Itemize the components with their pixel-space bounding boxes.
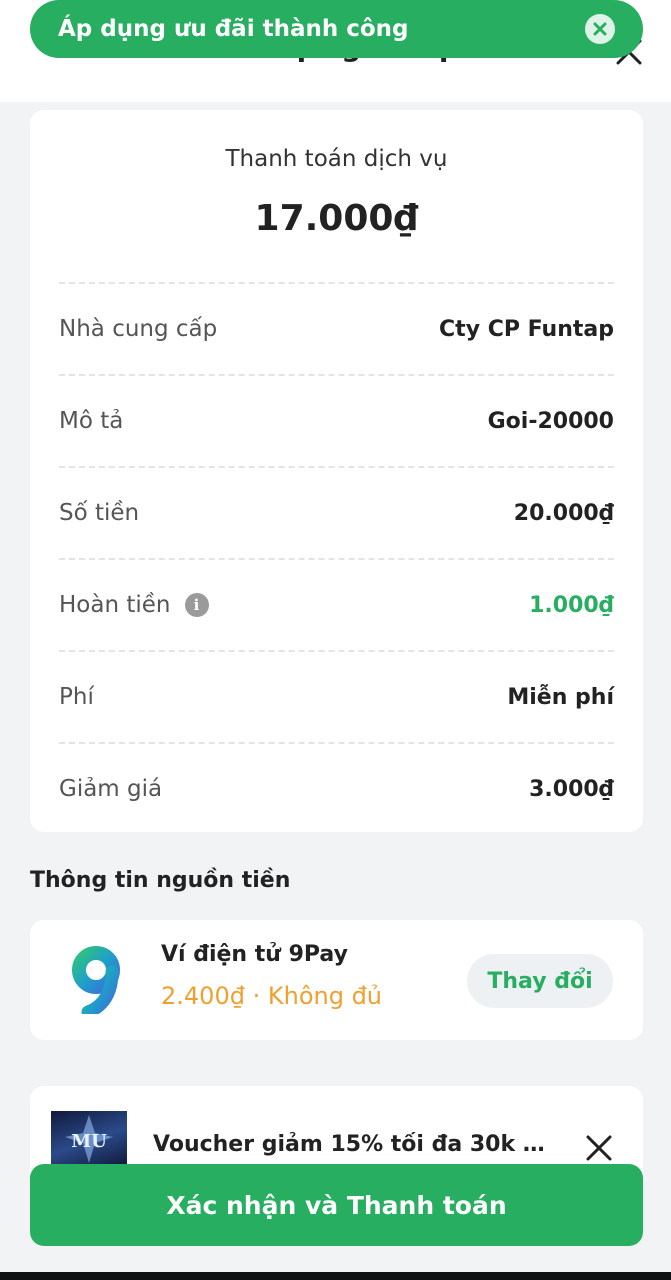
funding-source-title: Thông tin nguồn tiền [30, 868, 291, 893]
wallet-name: Ví điện tử 9Pay [161, 942, 348, 967]
close-circle-icon[interactable] [585, 14, 615, 44]
voucher-thumbnail: MU [51, 1111, 127, 1171]
row-label: Nhà cung cấp [59, 316, 218, 342]
wallet-balance: 2.400₫ · Không đủ [161, 982, 383, 1010]
row-amount: Số tiền 20.000₫ [59, 466, 614, 558]
funding-source-card: Ví điện tử 9Pay 2.400₫ · Không đủ Thay đ… [30, 920, 643, 1040]
row-value: Cty CP Funtap [439, 316, 614, 342]
success-toast: Áp dụng ưu đãi thành công [30, 0, 643, 58]
row-label: Giảm giá [59, 776, 163, 802]
row-provider: Nhà cung cấp Cty CP Funtap [59, 282, 614, 374]
voucher-title: Voucher giảm 15% tối đa 30k - MU... [153, 1132, 553, 1157]
confirm-payment-button[interactable]: Xác nhận và Thanh toán [30, 1164, 643, 1246]
row-value: 20.000₫ [513, 500, 614, 526]
cashback-label: Hoàn tiền [59, 592, 171, 618]
row-value: Goi-20000 [487, 408, 614, 434]
toast-message: Áp dụng ưu đãi thành công [58, 16, 409, 42]
voucher-image-text: MU [71, 1131, 107, 1152]
close-icon[interactable] [585, 1134, 613, 1162]
row-label: Số tiền [59, 500, 140, 526]
row-cashback: Hoàn tiền i 1.000₫ [59, 558, 614, 650]
row-value: Miễn phí [507, 684, 614, 710]
row-description: Mô tả Goi-20000 [59, 374, 614, 466]
row-label: Mô tả [59, 408, 124, 434]
row-value: 3.000₫ [529, 776, 614, 802]
row-discount: Giảm giá 3.000₫ [59, 742, 614, 834]
system-nav-bar [0, 1272, 671, 1280]
total-amount: 17.000₫ [254, 198, 419, 239]
row-label: Hoàn tiền i [59, 592, 209, 618]
info-icon[interactable]: i [184, 593, 209, 617]
row-value: 1.000₫ [529, 592, 614, 618]
change-source-button[interactable]: Thay đổi [467, 954, 613, 1008]
payment-summary-card: Thanh toán dịch vụ 17.000₫ Nhà cung cấp … [30, 110, 643, 832]
row-fee: Phí Miễn phí [59, 650, 614, 742]
row-label: Phí [59, 684, 94, 710]
9pay-logo-icon [72, 946, 120, 1014]
summary-title: Thanh toán dịch vụ [225, 146, 448, 172]
